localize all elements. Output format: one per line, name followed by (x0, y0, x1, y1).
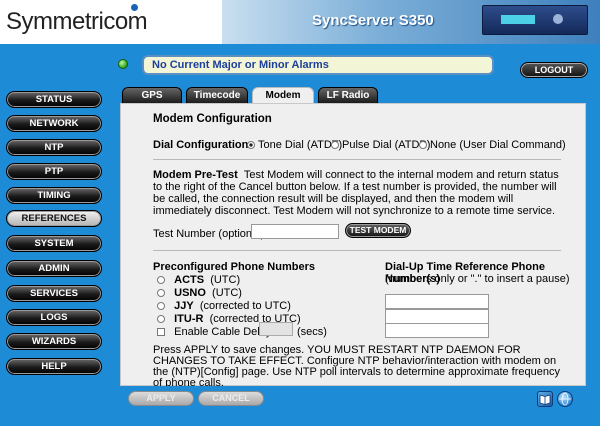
divider (153, 159, 561, 160)
test-number-input[interactable] (251, 224, 339, 239)
preconfig-jjy[interactable]: JJY (corrected to UTC) (157, 300, 291, 312)
section-title: Modem Configuration (153, 113, 272, 125)
nav-wizards[interactable]: WIZARDS (6, 333, 102, 350)
radio-none-dial[interactable]: None (User Dial Command) (419, 139, 566, 151)
pretest-label: Modem Pre-Test (153, 169, 238, 181)
apply-button[interactable]: APPLY (128, 391, 194, 406)
nav-status[interactable]: STATUS (6, 91, 102, 108)
footer-note: Press APPLY to save changes. YOU MUST RE… (153, 344, 560, 389)
nav-system[interactable]: SYSTEM (6, 235, 102, 252)
preconfig-acts[interactable]: ACTS (UTC) (157, 274, 240, 286)
globe-icon[interactable] (557, 391, 573, 407)
divider (153, 250, 561, 251)
preconfig-usno[interactable]: USNO (UTC) (157, 287, 242, 299)
alarm-status-led-icon (118, 59, 128, 69)
tab-modem[interactable]: Modem (252, 87, 314, 104)
tab-lf-radio[interactable]: LF Radio (318, 87, 378, 103)
product-banner: SyncServer S350 (222, 0, 600, 44)
radio-icon[interactable] (419, 141, 427, 149)
pretest-description: Modem Pre-Test Test Modem will connect t… (153, 169, 559, 217)
radio-tone-dial[interactable]: Tone Dial (ATDT) (247, 139, 342, 151)
nav-ntp[interactable]: NTP (6, 139, 102, 156)
nav-services[interactable]: SERVICES (6, 285, 102, 302)
tab-gps[interactable]: GPS (122, 87, 182, 103)
checkbox-icon[interactable] (157, 328, 165, 336)
phone-number-input-1[interactable] (385, 294, 489, 309)
nav-network[interactable]: NETWORK (6, 115, 102, 132)
dialup-hint: (numbers only or "." to insert a pause) (385, 273, 570, 285)
radio-icon[interactable] (247, 141, 255, 149)
cancel-button[interactable]: CANCEL (198, 391, 264, 406)
test-modem-button[interactable]: TEST MODEM (345, 223, 411, 238)
page-header: Symmetricom SyncServer S350 (0, 0, 600, 44)
bottom-bar (0, 386, 600, 426)
device-display (501, 15, 535, 24)
preconfig-title: Preconfigured Phone Numbers (153, 261, 315, 273)
product-title: SyncServer S350 (312, 12, 434, 29)
tab-timecode[interactable]: Timecode (186, 87, 248, 103)
enable-cable-delay[interactable]: Enable Cable Delay (157, 326, 271, 338)
radio-icon[interactable] (331, 141, 339, 149)
radio-pulse-dial[interactable]: Pulse Dial (ATDP) (331, 139, 430, 151)
nav-logs[interactable]: LOGS (6, 309, 102, 326)
modem-config-panel: Modem Configuration Dial Configuration T… (120, 103, 586, 389)
test-number-label: Test Number (optional) (153, 228, 265, 240)
nav-admin[interactable]: ADMIN (6, 260, 102, 277)
cable-delay-unit: (secs) (297, 326, 327, 338)
logo: Symmetricom (6, 8, 148, 35)
device-image (482, 5, 588, 35)
nav-references[interactable]: REFERENCES (6, 210, 102, 227)
cable-delay-input[interactable] (259, 322, 293, 336)
logout-button[interactable]: LOGOUT (520, 62, 588, 78)
nav-ptp[interactable]: PTP (6, 163, 102, 180)
radio-icon[interactable] (157, 276, 165, 284)
phone-number-input-3[interactable] (385, 323, 489, 338)
radio-icon[interactable] (157, 302, 165, 310)
nav-timing[interactable]: TIMING (6, 187, 102, 204)
radio-icon[interactable] (157, 315, 165, 323)
radio-icon[interactable] (157, 289, 165, 297)
alarm-status-box: No Current Major or Minor Alarms (142, 55, 494, 75)
nav-help[interactable]: HELP (6, 358, 102, 375)
logo-mark-icon (131, 4, 138, 11)
dial-config-label: Dial Configuration (153, 139, 249, 151)
device-knob (553, 14, 563, 24)
phone-number-input-2[interactable] (385, 309, 489, 324)
help-book-icon[interactable] (537, 391, 553, 407)
alarm-status-text: No Current Major or Minor Alarms (152, 59, 329, 71)
